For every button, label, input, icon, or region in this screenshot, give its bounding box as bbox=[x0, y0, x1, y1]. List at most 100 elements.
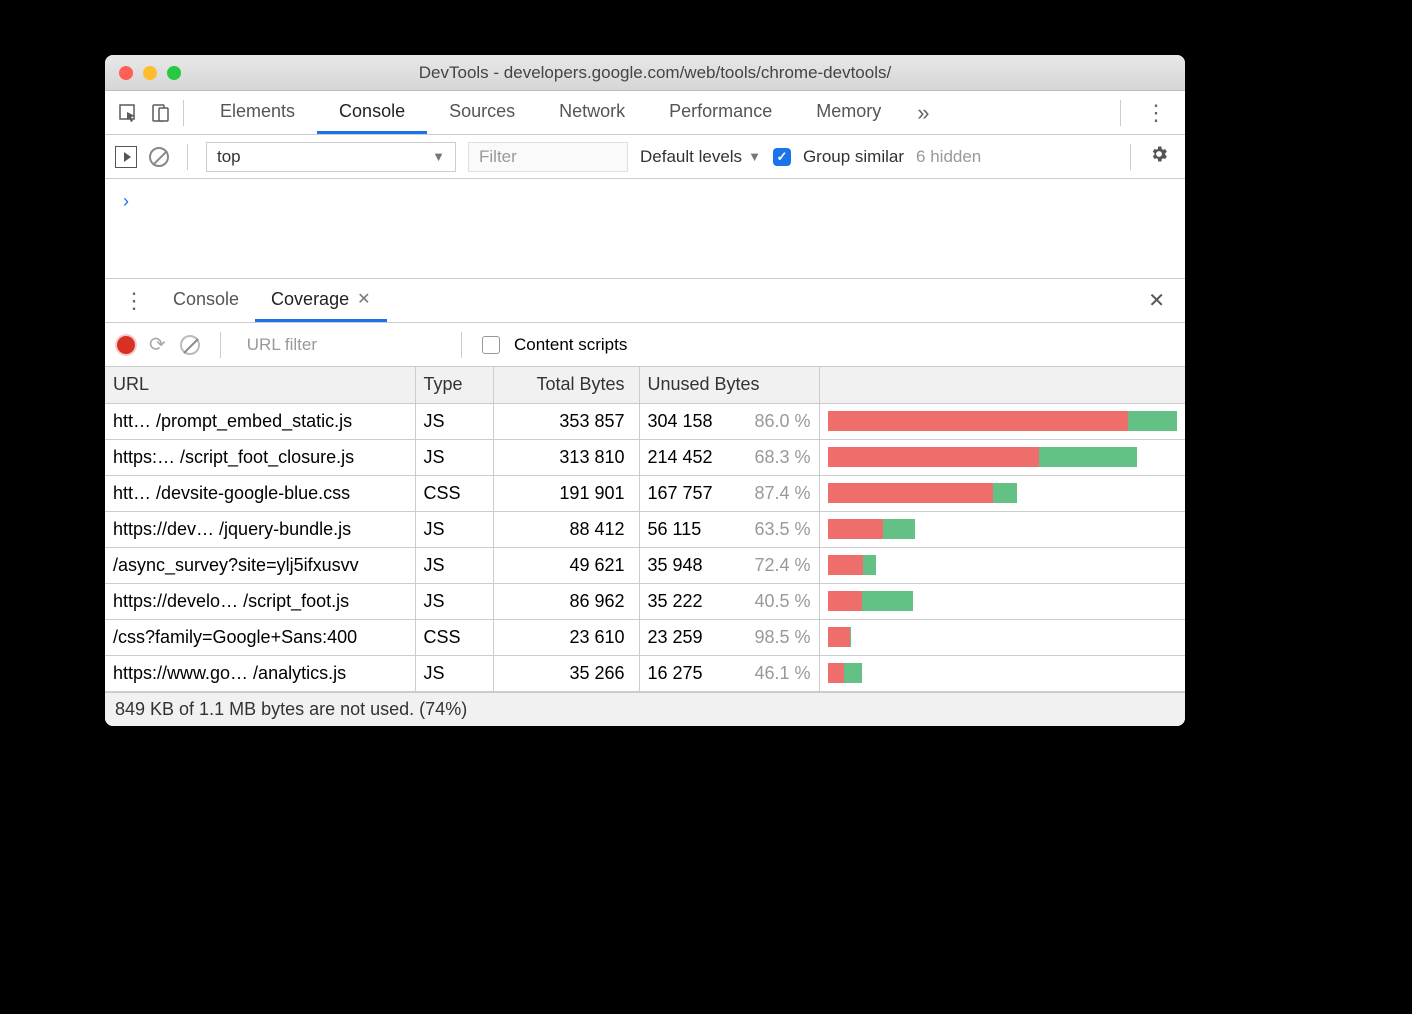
col-header-url[interactable]: URL bbox=[105, 367, 415, 403]
tab-console[interactable]: Console bbox=[317, 91, 427, 134]
bar-unused bbox=[828, 591, 863, 611]
divider bbox=[183, 100, 184, 126]
close-window-button[interactable] bbox=[119, 66, 133, 80]
drawer-menu-button[interactable]: ⋮ bbox=[111, 288, 157, 314]
chevron-down-icon: ▼ bbox=[748, 149, 761, 164]
bar-used bbox=[862, 591, 913, 611]
tab-sources[interactable]: Sources bbox=[427, 91, 537, 134]
cell-type: CSS bbox=[415, 619, 493, 655]
content-scripts-label: Content scripts bbox=[514, 335, 627, 355]
col-header-unused[interactable]: Unused Bytes bbox=[639, 367, 819, 403]
cell-unused-bytes: 56 11563.5 % bbox=[639, 511, 819, 547]
cell-usage-bar bbox=[819, 403, 1185, 439]
context-label: top bbox=[217, 147, 241, 167]
url-filter-input[interactable]: URL filter bbox=[241, 335, 317, 355]
cell-total-bytes: 86 962 bbox=[493, 583, 639, 619]
log-levels-selector[interactable]: Default levels ▼ bbox=[640, 147, 761, 167]
bar-unused bbox=[828, 447, 1040, 467]
col-header-total[interactable]: Total Bytes bbox=[493, 367, 639, 403]
console-settings-icon[interactable] bbox=[1149, 144, 1175, 170]
table-row[interactable]: https://dev… /jquery-bundle.jsJS88 41256… bbox=[105, 511, 1185, 547]
main-tab-bar: ElementsConsoleSourcesNetworkPerformance… bbox=[105, 91, 1185, 135]
content-scripts-checkbox[interactable] bbox=[482, 336, 500, 354]
cell-url: https://dev… /jquery-bundle.js bbox=[105, 511, 415, 547]
cell-total-bytes: 23 610 bbox=[493, 619, 639, 655]
tab-memory[interactable]: Memory bbox=[794, 91, 903, 134]
tab-performance[interactable]: Performance bbox=[647, 91, 794, 134]
cell-url: /css?family=Google+Sans:400 bbox=[105, 619, 415, 655]
cell-usage-bar bbox=[819, 439, 1185, 475]
cell-type: CSS bbox=[415, 475, 493, 511]
drawer-close-button[interactable]: ✕ bbox=[1134, 288, 1179, 313]
col-header-bar[interactable] bbox=[819, 367, 1185, 403]
table-row[interactable]: htt… /prompt_embed_static.jsJS353 857304… bbox=[105, 403, 1185, 439]
device-toolbar-icon[interactable] bbox=[145, 98, 175, 128]
cell-url: https://develo… /script_foot.js bbox=[105, 583, 415, 619]
cell-unused-bytes: 23 25998.5 % bbox=[639, 619, 819, 655]
divider bbox=[461, 332, 462, 358]
bar-unused bbox=[828, 627, 851, 647]
zoom-window-button[interactable] bbox=[167, 66, 181, 80]
chevron-down-icon: ▼ bbox=[432, 149, 445, 164]
filter-placeholder: Filter bbox=[479, 147, 517, 167]
col-header-type[interactable]: Type bbox=[415, 367, 493, 403]
cell-total-bytes: 313 810 bbox=[493, 439, 639, 475]
cell-unused-bytes: 167 75787.4 % bbox=[639, 475, 819, 511]
clear-console-icon[interactable] bbox=[149, 147, 169, 167]
table-row[interactable]: https:… /script_foot_closure.jsJS313 810… bbox=[105, 439, 1185, 475]
cell-url: htt… /devsite-google-blue.css bbox=[105, 475, 415, 511]
divider bbox=[220, 332, 221, 358]
cell-unused-bytes: 35 22240.5 % bbox=[639, 583, 819, 619]
minimize-window-button[interactable] bbox=[143, 66, 157, 80]
tab-network[interactable]: Network bbox=[537, 91, 647, 134]
cell-unused-bytes: 304 15886.0 % bbox=[639, 403, 819, 439]
context-selector[interactable]: top ▼ bbox=[206, 142, 456, 172]
console-prompt-icon: › bbox=[123, 191, 129, 211]
table-row[interactable]: htt… /devsite-google-blue.cssCSS191 9011… bbox=[105, 475, 1185, 511]
hidden-count[interactable]: 6 hidden bbox=[916, 147, 981, 167]
cell-url: /async_survey?site=ylj5ifxusvv bbox=[105, 547, 415, 583]
bar-unused bbox=[828, 483, 994, 503]
console-filter-input[interactable]: Filter bbox=[468, 142, 628, 172]
bar-used bbox=[1128, 411, 1177, 431]
cell-usage-bar bbox=[819, 655, 1185, 691]
tabs-overflow-button[interactable]: » bbox=[903, 100, 943, 126]
bar-used bbox=[1039, 447, 1137, 467]
levels-label: Default levels bbox=[640, 147, 742, 167]
drawer-tab-label: Coverage bbox=[271, 289, 349, 310]
more-options-button[interactable]: ⋮ bbox=[1127, 100, 1185, 126]
traffic-lights bbox=[105, 66, 195, 80]
bar-unused bbox=[828, 555, 863, 575]
cell-total-bytes: 88 412 bbox=[493, 511, 639, 547]
cell-total-bytes: 353 857 bbox=[493, 403, 639, 439]
bar-used bbox=[883, 519, 915, 539]
close-icon[interactable]: ✕ bbox=[357, 289, 370, 309]
cell-type: JS bbox=[415, 439, 493, 475]
coverage-status-bar: 849 KB of 1.1 MB bytes are not used. (74… bbox=[105, 692, 1185, 726]
table-row[interactable]: https://develo… /script_foot.jsJS86 9623… bbox=[105, 583, 1185, 619]
table-row[interactable]: https://www.go… /analytics.jsJS35 26616 … bbox=[105, 655, 1185, 691]
bar-unused bbox=[828, 411, 1128, 431]
inspect-element-icon[interactable] bbox=[113, 98, 143, 128]
reload-icon[interactable]: ⟳ bbox=[149, 332, 166, 357]
console-body[interactable]: › bbox=[105, 179, 1185, 279]
group-similar-checkbox[interactable]: ✓ bbox=[773, 148, 791, 166]
cell-usage-bar bbox=[819, 619, 1185, 655]
record-button[interactable] bbox=[117, 336, 135, 354]
drawer-tab-bar: ⋮ Console Coverage ✕ ✕ bbox=[105, 279, 1185, 323]
bar-unused bbox=[828, 663, 844, 683]
execution-context-icon[interactable] bbox=[115, 146, 137, 168]
drawer-tab-coverage[interactable]: Coverage ✕ bbox=[255, 279, 386, 322]
drawer-tab-console[interactable]: Console bbox=[157, 279, 255, 322]
table-row[interactable]: /css?family=Google+Sans:400CSS23 61023 2… bbox=[105, 619, 1185, 655]
cell-unused-bytes: 16 27546.1 % bbox=[639, 655, 819, 691]
coverage-table: URL Type Total Bytes Unused Bytes htt… /… bbox=[105, 367, 1185, 692]
coverage-toolbar: ⟳ URL filter Content scripts bbox=[105, 323, 1185, 367]
table-row[interactable]: /async_survey?site=ylj5ifxusvvJS49 62135… bbox=[105, 547, 1185, 583]
bar-used bbox=[993, 483, 1017, 503]
cell-url: https:… /script_foot_closure.js bbox=[105, 439, 415, 475]
clear-coverage-icon[interactable] bbox=[180, 335, 200, 355]
divider bbox=[1130, 144, 1131, 170]
tab-elements[interactable]: Elements bbox=[198, 91, 317, 134]
cell-usage-bar bbox=[819, 583, 1185, 619]
